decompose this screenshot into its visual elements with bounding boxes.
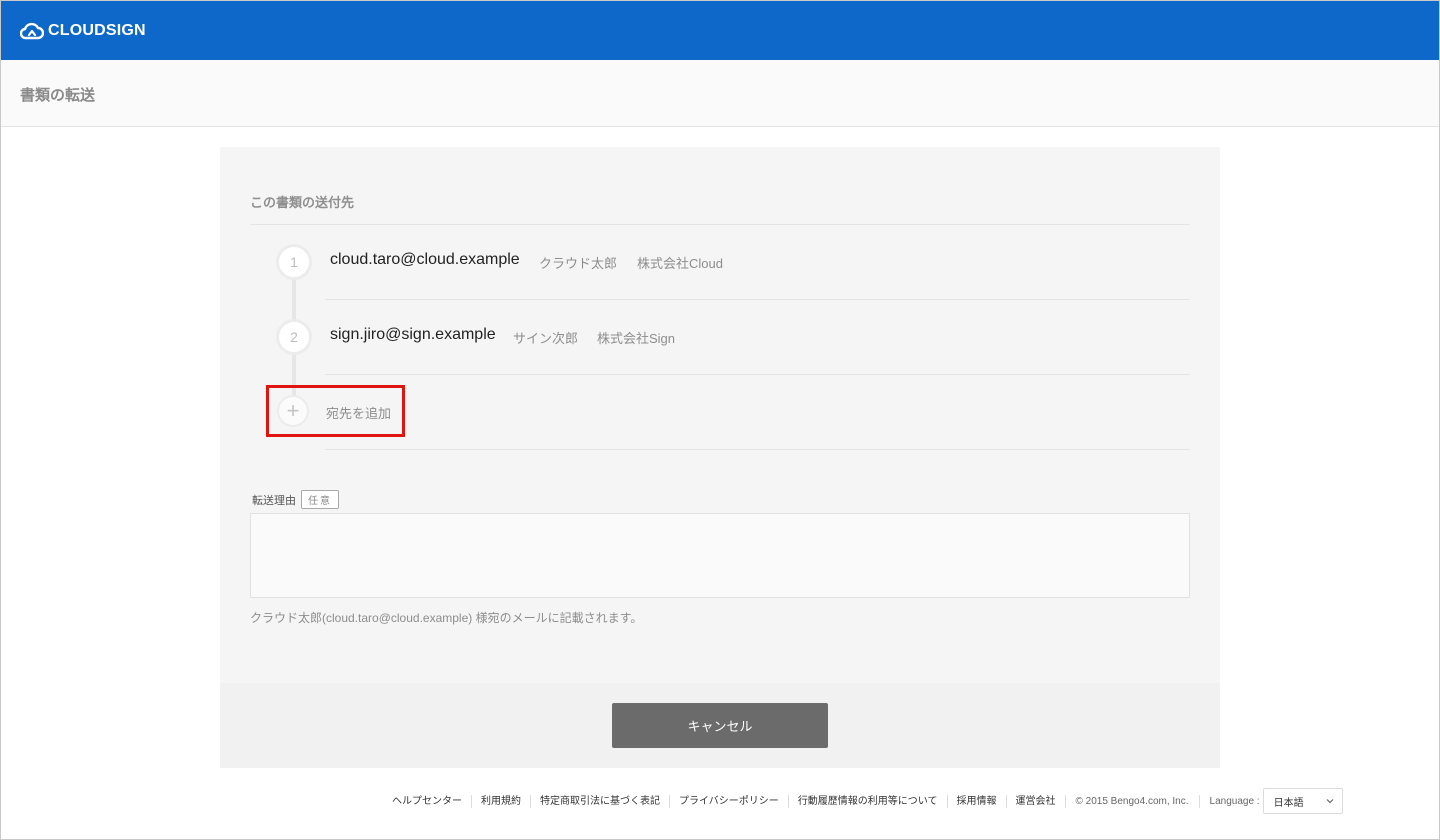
cloudsign-logo[interactable]: CLOUDSIGN	[20, 19, 146, 43]
footer-copyright: © 2015 Bengo4.com, Inc.	[1066, 794, 1200, 808]
row-divider	[325, 299, 1190, 300]
recipient-1-email: cloud.taro@cloud.example	[330, 251, 520, 268]
footer-link-privacy[interactable]: プライバシーポリシー	[670, 794, 789, 808]
row-divider	[325, 374, 1190, 375]
cancel-button[interactable]: キャンセル	[612, 703, 828, 748]
language-label: Language :	[1209, 795, 1260, 807]
transfer-form-card: この書類の送付先 1 cloud.taro@cloud.example クラウド…	[220, 147, 1220, 683]
transfer-reason-label-text: 転送理由	[252, 494, 296, 507]
recipient-step-2: 2	[276, 319, 312, 355]
transfer-reason-label: 転送理由 任意	[252, 490, 339, 509]
recipient-1-name: クラウド太郎	[539, 256, 618, 271]
footer-link-careers[interactable]: 採用情報	[948, 794, 1007, 808]
footer-link-terms[interactable]: 利用規約	[472, 794, 531, 808]
recipient-2-email: sign.jiro@sign.example	[330, 326, 496, 343]
footer-link-commerce[interactable]: 特定商取引法に基づく表記	[531, 794, 670, 808]
chevron-down-icon	[1326, 799, 1334, 804]
recipients-section-title: この書類の送付先	[250, 195, 355, 210]
language-select[interactable]: 日本語	[1262, 788, 1343, 814]
row-divider	[325, 449, 1190, 450]
action-bar: キャンセル	[220, 683, 1220, 768]
page-header: 書類の転送	[1, 60, 1439, 127]
transfer-reason-textarea[interactable]	[250, 513, 1190, 598]
footer-link-help[interactable]: ヘルプセンター	[392, 794, 472, 808]
recipient-2-company: 株式会社Sign	[597, 331, 676, 346]
top-bar: CLOUDSIGN	[1, 1, 1439, 60]
cloud-logo-icon	[20, 22, 44, 40]
footer: ヘルプセンター 利用規約 特定商取引法に基づく表記 プライバシーポリシー 行動履…	[392, 788, 1343, 814]
recipient-step-1: 1	[276, 244, 312, 280]
section-divider	[250, 224, 1190, 225]
footer-link-behavior-data[interactable]: 行動履歴情報の利用等について	[789, 794, 948, 808]
footer-link-company[interactable]: 運営会社	[1007, 794, 1066, 808]
recipient-2-name: サイン次郎	[513, 331, 579, 346]
page-title: 書類の転送	[20, 87, 96, 104]
add-recipient-highlight	[266, 385, 405, 437]
recipient-1-company: 株式会社Cloud	[637, 256, 723, 271]
language-select-value: 日本語	[1273, 797, 1304, 809]
optional-badge: 任意	[301, 490, 339, 509]
logo-text: CLOUDSIGN	[48, 22, 146, 39]
reason-helper-text: クラウド太郎(cloud.taro@cloud.example) 様宛のメールに…	[250, 611, 643, 625]
